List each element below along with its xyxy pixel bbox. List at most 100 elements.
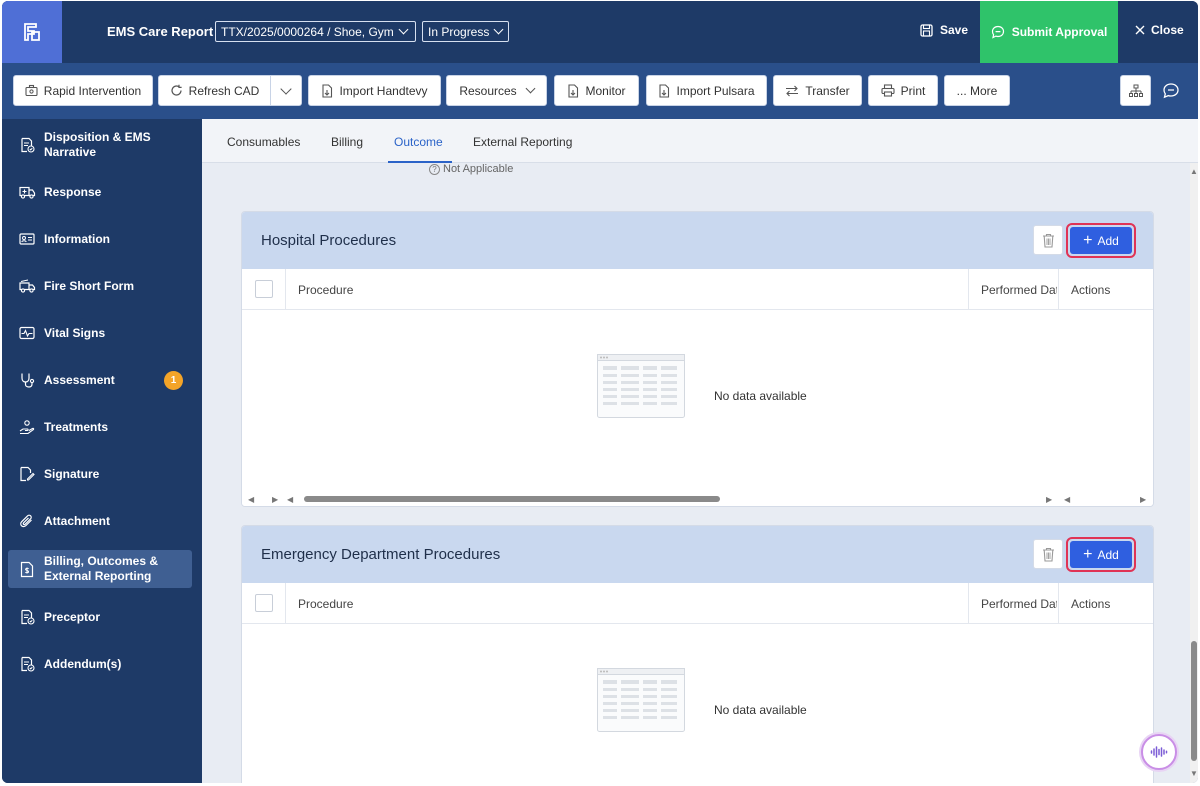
- delete-button[interactable]: [1033, 225, 1063, 255]
- sidebar-item-attachment[interactable]: Attachment: [8, 510, 192, 532]
- column-header-performed-date[interactable]: Performed Dat: [981, 597, 1057, 611]
- submit-approval-label: Submit Approval: [1011, 25, 1108, 39]
- scroll-left-icon[interactable]: ◀: [1064, 495, 1070, 504]
- scrollbar-thumb[interactable]: [1191, 641, 1197, 761]
- sidebar-label-line: Narrative: [44, 145, 97, 159]
- import-pulsara-button[interactable]: Import Pulsara: [646, 75, 767, 106]
- document-check-icon: [18, 608, 36, 626]
- sidebar-item-treatments[interactable]: Treatments: [8, 416, 192, 438]
- sidebar-item-signature[interactable]: Signature: [8, 463, 192, 485]
- save-button[interactable]: Save: [920, 23, 968, 37]
- close-label: Close: [1151, 23, 1184, 37]
- transfer-arrows-icon: [786, 85, 799, 96]
- tab-consumables[interactable]: Consumables: [227, 135, 300, 149]
- voice-assistant-button[interactable]: [1141, 734, 1177, 770]
- scrollbar-thumb[interactable]: [304, 496, 720, 502]
- sidebar-label-line: Disposition & EMS: [44, 130, 151, 144]
- select-all-checkbox[interactable]: [255, 594, 273, 612]
- horizontal-scrollbar[interactable]: ◀ ▶ ◀ ▶ ◀ ▶: [242, 492, 1153, 506]
- status-select[interactable]: In Progress: [422, 21, 509, 42]
- add-ed-procedure-button[interactable]: + Add: [1066, 537, 1136, 572]
- refresh-cad-dropdown[interactable]: [270, 75, 302, 106]
- transfer-label: Transfer: [805, 83, 850, 98]
- vertical-scrollbar[interactable]: ▲ ▼: [1190, 163, 1198, 783]
- close-button[interactable]: Close: [1135, 23, 1184, 37]
- submit-approval-button[interactable]: Submit Approval: [980, 1, 1118, 63]
- column-divider: [968, 583, 969, 624]
- main-content: Consumables Billing Outcome External Rep…: [202, 119, 1198, 783]
- app-window: EMS Care Report TTX/2025/0000264 / Shoe,…: [2, 1, 1198, 783]
- add-hospital-procedure-button[interactable]: + Add: [1066, 223, 1136, 258]
- ambulance-icon: [18, 183, 36, 201]
- scroll-left-icon[interactable]: ◀: [248, 495, 254, 504]
- not-applicable-option[interactable]: ? Not Applicable: [429, 163, 513, 175]
- sidebar-item-label: Fire Short Form: [44, 278, 135, 293]
- scroll-right-icon[interactable]: ▶: [1046, 495, 1052, 504]
- add-label: Add: [1097, 233, 1119, 248]
- card-header: Hospital Procedures + Add: [242, 212, 1153, 269]
- monitor-button[interactable]: Monitor: [554, 75, 639, 106]
- scroll-left-icon[interactable]: ◀: [287, 495, 293, 504]
- chevron-down-icon: [398, 24, 409, 35]
- sidebar-item-preceptor[interactable]: Preceptor: [8, 606, 192, 628]
- more-label: ... More: [956, 83, 998, 98]
- record-select-value: TTX/2025/0000264 / Shoe, Gym: [221, 24, 394, 39]
- trash-icon: [1042, 233, 1054, 248]
- delete-button[interactable]: [1033, 539, 1063, 569]
- sidebar-item-label: Vital Signs: [44, 325, 106, 340]
- table-header: Procedure Performed Dat Actions: [242, 583, 1153, 624]
- tab-external-reporting[interactable]: External Reporting: [473, 135, 572, 149]
- sidebar-item-assessment[interactable]: Assessment 1: [8, 369, 192, 391]
- pulse-icon: [18, 324, 36, 342]
- resources-dropdown[interactable]: Resources: [446, 75, 547, 106]
- app-title: EMS Care Report: [107, 24, 214, 39]
- sidebar-item-fire-short-form[interactable]: Fire Short Form: [8, 275, 192, 297]
- print-button[interactable]: Print: [868, 75, 938, 106]
- empty-state-text: No data available: [714, 703, 807, 717]
- sidebar-item-label: Information: [44, 231, 110, 246]
- sidebar-label-line: Billing, Outcomes &: [44, 554, 159, 568]
- plus-icon: +: [1083, 231, 1093, 249]
- sitemap-button[interactable]: [1120, 75, 1151, 106]
- column-header-procedure[interactable]: Procedure: [298, 283, 353, 297]
- rapid-intervention-button[interactable]: Rapid Intervention: [13, 75, 153, 106]
- column-header-performed-date[interactable]: Performed Dat: [981, 283, 1057, 297]
- scroll-up-icon[interactable]: ▲: [1190, 167, 1198, 176]
- scroll-down-icon[interactable]: ▼: [1190, 769, 1198, 778]
- column-divider: [968, 269, 969, 310]
- scroll-right-icon[interactable]: ▶: [1140, 495, 1146, 504]
- import-pulsara-label: Import Pulsara: [676, 83, 755, 98]
- chat-button[interactable]: [1162, 82, 1180, 104]
- transfer-button[interactable]: Transfer: [773, 75, 862, 106]
- signature-icon: [18, 465, 36, 483]
- refresh-icon: [171, 84, 182, 96]
- more-button[interactable]: ... More: [944, 75, 1010, 106]
- tab-billing[interactable]: Billing: [331, 135, 363, 149]
- hand-care-icon: [18, 418, 36, 436]
- column-header-procedure[interactable]: Procedure: [298, 597, 353, 611]
- scroll-right-icon[interactable]: ▶: [272, 495, 278, 504]
- sidebar-item-disposition[interactable]: Disposition & EMS Narrative: [8, 127, 192, 163]
- sidebar-item-label: Disposition & EMS Narrative: [44, 130, 151, 160]
- not-applicable-label: Not Applicable: [443, 163, 514, 175]
- sidebar-item-label: Treatments: [44, 419, 109, 434]
- select-all-checkbox[interactable]: [255, 280, 273, 298]
- refresh-cad-label: Refresh CAD: [188, 83, 260, 98]
- tab-outcome[interactable]: Outcome: [394, 135, 443, 149]
- card-title: Emergency Department Procedures: [261, 546, 501, 563]
- section-tabs: Consumables Billing Outcome External Rep…: [202, 119, 1198, 163]
- import-handtevy-button[interactable]: Import Handtevy: [308, 75, 441, 106]
- sidebar-item-billing-outcomes[interactable]: Billing, Outcomes & External Reporting: [8, 550, 192, 588]
- chat-check-icon: [991, 25, 1004, 39]
- app-logo[interactable]: [2, 1, 62, 63]
- monitor-label: Monitor: [585, 83, 626, 98]
- document-check-icon: [18, 136, 36, 154]
- empty-table-icon: [597, 668, 685, 732]
- sidebar-item-vital-signs[interactable]: Vital Signs: [8, 322, 192, 344]
- record-select[interactable]: TTX/2025/0000264 / Shoe, Gym: [215, 21, 416, 42]
- refresh-cad-button[interactable]: Refresh CAD: [158, 75, 271, 106]
- sidebar-item-response[interactable]: Response: [8, 181, 192, 203]
- sidebar-item-label: Attachment: [44, 513, 111, 528]
- sidebar-item-information[interactable]: Information: [8, 228, 192, 250]
- sidebar-item-addendums[interactable]: Addendum(s): [8, 653, 192, 675]
